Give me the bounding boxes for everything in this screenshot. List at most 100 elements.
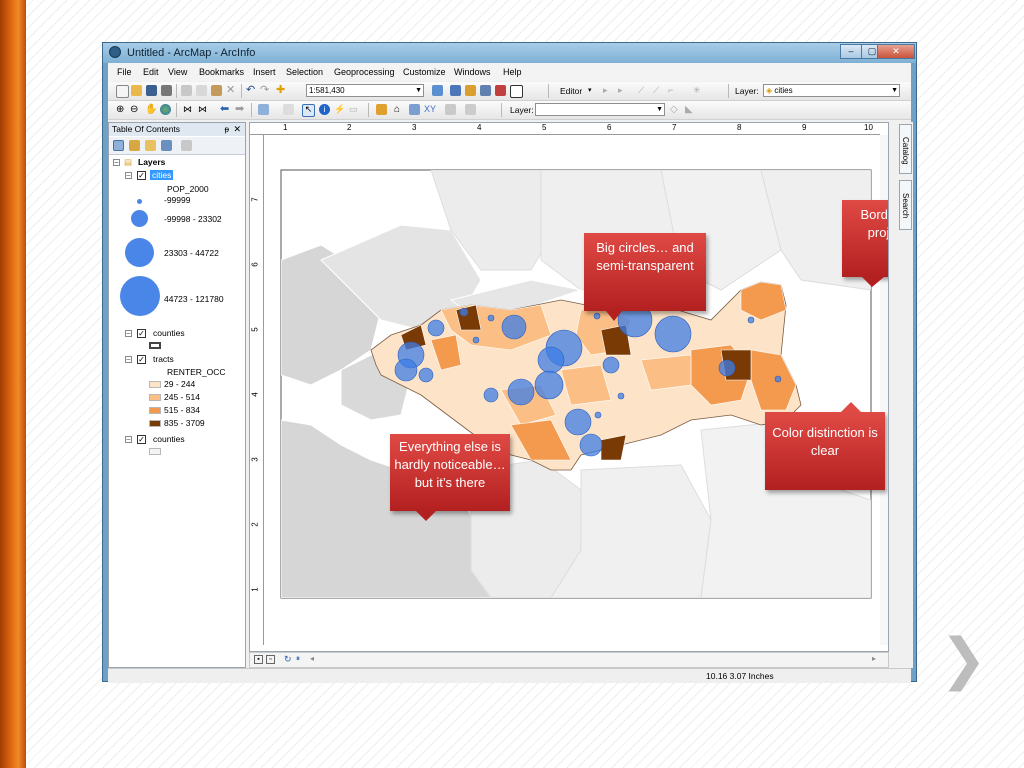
save-icon[interactable] [146,85,157,96]
layer2-label: Layer: [510,105,534,115]
collapse-layers-icon[interactable]: – [113,159,120,166]
minimize-button[interactable]: – [840,44,862,59]
menu-help[interactable]: Help [503,67,522,77]
search-tab[interactable]: Search [899,180,912,230]
cities-symbol-3 [125,238,154,267]
search-window-icon[interactable] [480,85,491,96]
menu-windows[interactable]: Windows [454,67,491,77]
find-icon[interactable]: ⌂ [394,104,405,115]
zoom-out-icon[interactable]: ⊖ [130,104,141,115]
ruler-tick-5: 5 [542,123,547,132]
find-route-icon[interactable] [409,104,420,115]
list-by-source-icon[interactable] [129,140,140,151]
clear-selection-icon[interactable] [283,104,294,115]
edit-annotation-icon[interactable]: ▸ [618,85,629,96]
point-icon[interactable]: ✳ [693,85,704,96]
open-folder-icon[interactable] [131,85,142,96]
go-to-xy-icon[interactable]: XY [424,104,436,115]
counties-layer-name[interactable]: counties [153,328,185,338]
pin-icon[interactable]: ᵽ [225,123,229,136]
tracts-visibility-checkbox[interactable]: ✓ [137,355,146,364]
layers-frame-label[interactable]: Layers [138,157,165,167]
table-icon[interactable] [450,85,461,96]
counties2-visibility-checkbox[interactable]: ✓ [137,435,146,444]
collapse-cities-icon[interactable]: – [125,172,132,179]
toc-close-icon[interactable]: ✕ [233,123,241,136]
editor-dropdown-icon[interactable]: ▾ [588,85,599,96]
menu-edit[interactable]: Edit [143,67,159,77]
layout-view[interactable]: 1 2 3 4 5 6 7 8 9 10 7 6 5 4 3 2 1 Big c… [249,122,889,652]
collapse-tracts-icon[interactable]: – [125,356,132,363]
list-by-drawing-order-icon[interactable] [113,140,124,151]
ruler-left-1: 1 [250,587,260,592]
collapse-counties2-icon[interactable]: – [125,436,132,443]
list-by-selection-icon[interactable] [161,140,172,151]
undo-icon[interactable]: ↶ [246,85,257,96]
cut-icon[interactable] [181,85,192,96]
trace-icon[interactable]: ⌐ [668,85,679,96]
zoom-in-icon[interactable]: ⊕ [116,104,127,115]
menu-customize[interactable]: Customize [403,67,446,77]
print-icon[interactable] [161,85,172,96]
catalog-tab[interactable]: Catalog [899,124,912,174]
counties-visibility-checkbox[interactable]: ✓ [137,329,146,338]
edit-tool-icon[interactable]: ▸ [603,85,614,96]
layer-combo[interactable]: ◈ cities ▼ [763,84,900,97]
map-scale-combo[interactable]: 1:581,430 ▼ [306,84,424,97]
measure-icon[interactable] [376,104,387,115]
endpoint-arc-icon[interactable]: ⟋ [653,85,664,96]
next-slide-chevron-icon[interactable]: ❯ [940,632,987,688]
menu-file[interactable]: File [117,67,132,77]
ruler-left-2: 2 [250,522,260,527]
georef-icon[interactable]: ◇ [670,104,681,115]
tracts-class-1: 29 - 244 [164,379,196,389]
html-popup-icon[interactable]: ▭ [349,104,360,115]
refresh-icon[interactable]: ↻ [284,654,292,665]
time-slider-icon[interactable] [445,104,456,115]
pause-icon[interactable]: ⏸ [296,654,300,664]
layer2-combo[interactable]: ▼ [535,103,665,116]
cities-visibility-checkbox[interactable]: ✓ [137,171,146,180]
straight-segment-icon[interactable]: ⟋ [638,85,649,96]
menu-selection[interactable]: Selection [286,67,323,77]
menu-bookmarks[interactable]: Bookmarks [199,67,244,77]
hyperlink-icon[interactable]: ⚡ [334,104,345,115]
editor-menu[interactable]: Editor [560,86,582,96]
toc-options-icon[interactable] [181,140,192,151]
tools-toolbar: ⊕ ⊖ ✋ ⋈ ⋈ ⬅ ➡ ↖ i ⚡ ▭ ⌂ XY Layer: ▼ ◇ ◣ [108,101,911,120]
create-viewer-icon[interactable] [465,104,476,115]
python-window-icon[interactable] [510,85,523,98]
tracts-layer-name[interactable]: tracts [153,354,174,364]
close-button[interactable]: ✕ [877,44,915,59]
delete-icon[interactable]: ✕ [226,85,237,96]
select-elements-icon[interactable]: ↖ [302,104,315,117]
counties2-layer-name[interactable]: counties [153,434,185,444]
menu-view[interactable]: View [168,67,187,77]
fixed-zoom-out-icon[interactable]: ⋈ [198,104,209,115]
full-extent-icon[interactable] [160,104,171,115]
paste-icon[interactable] [211,85,222,96]
pan-icon[interactable]: ✋ [145,104,157,115]
data-view-button[interactable]: ▪ [254,655,263,664]
list-by-visibility-icon[interactable] [145,140,156,151]
identify-icon[interactable]: i [319,104,330,115]
arctoolbox-icon[interactable] [495,85,506,96]
cities-layer-name[interactable]: cities [150,170,174,180]
menu-geoprocessing[interactable]: Geoprocessing [334,67,395,77]
scroll-right-icon[interactable]: ▸ [872,654,876,663]
forward-extent-icon[interactable]: ➡ [235,104,246,115]
editor-toolbar-icon[interactable] [432,85,443,96]
menu-insert[interactable]: Insert [253,67,276,77]
catalog-icon[interactable] [465,85,476,96]
fixed-zoom-in-icon[interactable]: ⋈ [183,104,194,115]
scroll-left-icon[interactable]: ◂ [310,654,314,663]
copy-icon[interactable] [196,85,207,96]
select-features-icon[interactable] [258,104,269,115]
new-document-icon[interactable] [116,85,129,98]
redo-icon[interactable]: ↷ [260,85,271,96]
collapse-counties-icon[interactable]: – [125,330,132,337]
layout-view-button[interactable]: ▫ [266,655,275,664]
add-data-icon[interactable]: ✚ [276,85,287,96]
histogram-icon[interactable]: ◣ [685,104,696,115]
back-extent-icon[interactable]: ⬅ [220,104,231,115]
